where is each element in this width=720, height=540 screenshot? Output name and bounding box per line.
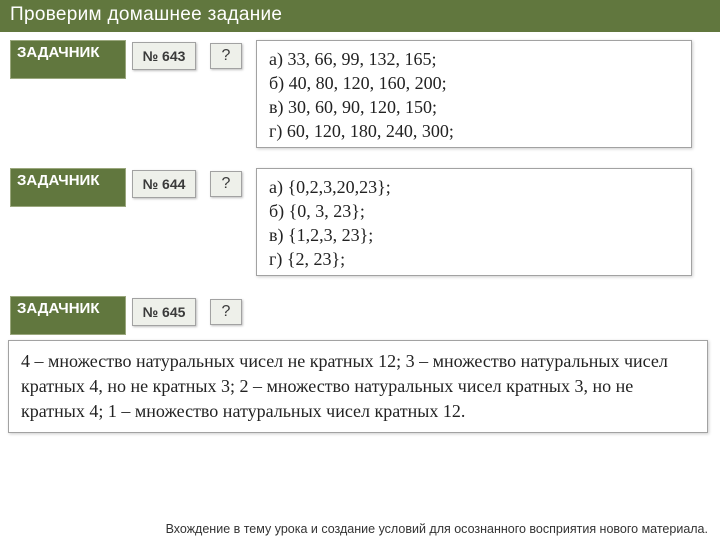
- page-title: Проверим домашнее задание: [0, 0, 720, 32]
- task-number-643: № 643: [132, 42, 196, 70]
- answer-line: а) {0,2,3,20,23};: [269, 175, 679, 199]
- task-block-643: ЗАДАЧНИК № 643 ? а) 33, 66, 99, 132, 165…: [10, 40, 692, 148]
- task-number-645: № 645: [132, 298, 196, 326]
- task-block-644: ЗАДАЧНИК № 644 ? а) {0,2,3,20,23}; б) {0…: [10, 168, 692, 276]
- answer-line: в) 30, 60, 90, 120, 150;: [269, 95, 679, 119]
- answer-line: г) {2, 23};: [269, 247, 679, 271]
- task-label: ЗАДАЧНИК: [10, 296, 126, 335]
- task-label: ЗАДАЧНИК: [10, 168, 126, 207]
- answer-box-645: 4 – множество натуральных чисел не кратн…: [8, 340, 708, 433]
- question-mark-643[interactable]: ?: [210, 43, 242, 69]
- task-label: ЗАДАЧНИК: [10, 40, 126, 79]
- answer-box-644: а) {0,2,3,20,23}; б) {0, 3, 23}; в) {1,2…: [256, 168, 692, 276]
- question-mark-644[interactable]: ?: [210, 171, 242, 197]
- answer-line: а) 33, 66, 99, 132, 165;: [269, 47, 679, 71]
- answer-line: г) 60, 120, 180, 240, 300;: [269, 119, 679, 143]
- answer-box-643: а) 33, 66, 99, 132, 165; б) 40, 80, 120,…: [256, 40, 692, 148]
- answer-line: б) 40, 80, 120, 160, 200;: [269, 71, 679, 95]
- task-block-645: ЗАДАЧНИК № 645 ?: [10, 296, 242, 335]
- task-number-644: № 644: [132, 170, 196, 198]
- footer-note: Вхождение в тему урока и создание услови…: [166, 522, 708, 536]
- answer-line: в) {1,2,3, 23};: [269, 223, 679, 247]
- question-mark-645[interactable]: ?: [210, 299, 242, 325]
- answer-line: б) {0, 3, 23};: [269, 199, 679, 223]
